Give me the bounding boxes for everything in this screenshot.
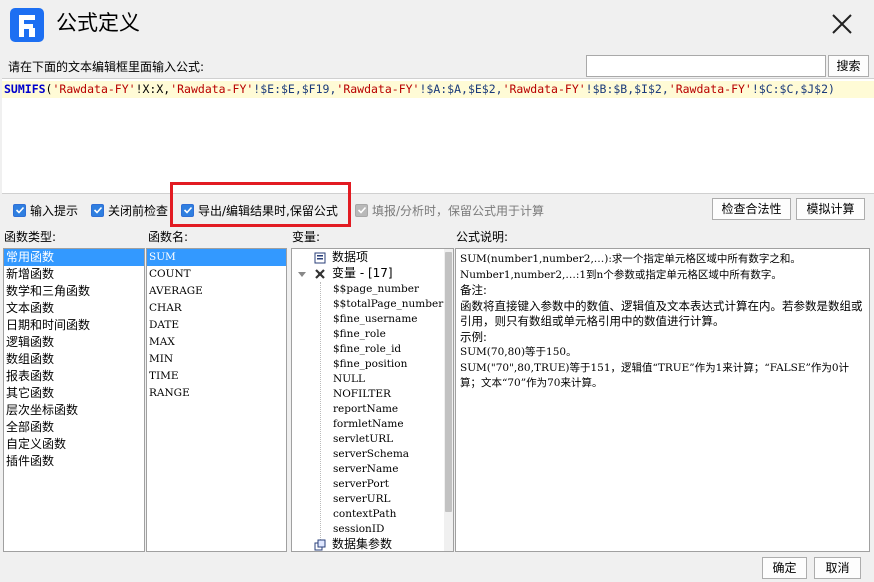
description-label: 公式说明: (456, 230, 509, 244)
dataset-params-icon (314, 539, 326, 551)
checkbox-checked-icon (355, 203, 368, 217)
function-name-item[interactable]: AVERAGE (147, 283, 286, 300)
checkbox-checked-icon (91, 203, 104, 217)
function-type-item[interactable]: 数学和三角函数 (4, 283, 144, 300)
tree-node-label: 数据项 (332, 250, 369, 264)
function-type-item[interactable]: 逻辑函数 (4, 334, 144, 351)
cancel-button[interactable]: 取消 (814, 557, 861, 579)
variable-item[interactable]: servletURL (333, 432, 393, 447)
function-name-item[interactable]: RANGE (147, 385, 286, 402)
variable-item[interactable]: serverURL (333, 492, 391, 507)
function-type-item[interactable]: 其它函数 (4, 385, 144, 402)
variable-item[interactable]: $fine_role (333, 327, 386, 342)
function-name-label: 函数名: (148, 230, 189, 244)
function-name-item[interactable]: COUNT (147, 266, 286, 283)
variable-label: 变量: (292, 230, 321, 244)
function-type-item[interactable]: 新增函数 (4, 266, 144, 283)
description-line: SUM("70",80,TRUE)等于151，逻辑值“TRUE”作为1来计算；“… (460, 361, 850, 390)
function-type-item[interactable]: 自定义函数 (4, 436, 144, 453)
variable-item[interactable]: sessionID (333, 522, 384, 537)
highlight-annotation (170, 182, 351, 227)
tree-node-label: 变量 - [17] (332, 266, 393, 280)
expand-arrow-icon[interactable] (298, 270, 306, 278)
search-button[interactable]: 搜索 (828, 55, 869, 77)
function-type-item[interactable]: 数组函数 (4, 351, 144, 368)
function-type-item[interactable]: 插件函数 (4, 453, 144, 470)
function-type-item[interactable]: 常用函数 (4, 249, 144, 266)
formula-token: 'Rawdata-FY' (668, 82, 752, 96)
description-line: Number1,number2,…:1到n个参数或指定单元格区域中所有数字。 (460, 268, 782, 281)
editor-prompt: 请在下面的文本编辑框里面输入公式: (8, 60, 205, 74)
checkbox-label: 填报/分析时，保留公式用于计算 (372, 203, 545, 218)
formula-token: 'Rawdata-FY' (170, 82, 254, 96)
formula-line[interactable]: SUMIFS('Rawdata-FY'!X:X,'Rawdata-FY'!$E:… (2, 81, 874, 98)
keep-formula-fill-checkbox: 填报/分析时，保留公式用于计算 (355, 201, 544, 219)
check-before-close-checkbox[interactable]: 关闭前检查 (91, 201, 168, 219)
description-line: 函数将直接键入参数中的数值、逻辑值及文本表达式计算在内。若参数是数组或引用，则只… (460, 298, 863, 329)
function-type-item[interactable]: 层次坐标函数 (4, 402, 144, 419)
variable-item[interactable]: NULL (333, 372, 365, 387)
dialog-title: 公式定义 (56, 11, 140, 35)
checkbox-label: 关闭前检查 (108, 203, 169, 218)
variable-item[interactable]: reportName (333, 402, 398, 417)
variable-scrollbar-thumb[interactable] (445, 252, 452, 512)
search-input[interactable] (586, 55, 826, 77)
variable-item[interactable]: serverSchema (333, 447, 409, 462)
variable-item[interactable]: $$totalPage_number (333, 297, 443, 312)
description-line: SUM(number1,number2,…):求一个指定单元格区域中所有数字之和… (460, 253, 801, 265)
function-name-item[interactable]: TIME (147, 368, 286, 385)
variable-item[interactable]: $fine_username (333, 312, 418, 327)
variable-item[interactable]: NOFILTER (333, 387, 391, 402)
function-type-item[interactable]: 报表函数 (4, 368, 144, 385)
variable-item[interactable]: $fine_position (333, 357, 407, 372)
function-type-label: 函数类型: (4, 230, 57, 244)
formula-description: SUM(number1,number2,…):求一个指定单元格区域中所有数字之和… (455, 248, 870, 552)
data-item-icon (314, 252, 326, 264)
app-logo-icon (10, 8, 44, 42)
checkbox-label: 输入提示 (30, 203, 79, 218)
variable-item[interactable]: serverPort (333, 477, 389, 492)
formula-token: !X:X, (135, 82, 171, 96)
description-line: 示例: (460, 329, 487, 344)
variable-tree[interactable]: 数据项变量 - [17] $$page_number $$totalPage_num… (291, 248, 454, 552)
formula-token: !$A:$A,$E$2, (419, 82, 503, 96)
close-icon[interactable] (830, 12, 854, 36)
formula-token: 'Rawdata-FY' (336, 82, 420, 96)
function-name-item[interactable]: MIN (147, 351, 286, 368)
ok-button[interactable]: 确定 (762, 557, 807, 579)
variable-item[interactable]: $fine_role_id (333, 342, 401, 357)
formula-function: SUMIFS (4, 82, 46, 96)
formula-token: !$E:$E,$F19, (253, 82, 337, 96)
function-type-item[interactable]: 日期和时间函数 (4, 317, 144, 334)
formula-token: !$B:$B,$I$2, (585, 82, 669, 96)
variable-item[interactable]: serverName (333, 462, 398, 477)
formula-token: 'Rawdata-FY' (502, 82, 586, 96)
description-line: 备注: (460, 283, 487, 297)
variable-item[interactable]: $$page_number (333, 282, 419, 297)
formula-editor[interactable]: SUMIFS('Rawdata-FY'!X:X,'Rawdata-FY'!$E:… (2, 78, 874, 194)
function-name-item[interactable]: MAX (147, 334, 286, 351)
variable-item[interactable]: contextPath (333, 507, 396, 522)
function-name-item[interactable]: CHAR (147, 300, 286, 317)
formula-token: 'Rawdata-FY' (52, 82, 136, 96)
function-name-item[interactable]: DATE (147, 317, 286, 334)
check-validity-button[interactable]: 检查合法性 (712, 198, 791, 220)
function-type-item[interactable]: 全部函数 (4, 419, 144, 436)
function-name-item[interactable]: SUM (147, 249, 286, 266)
tree-guide (320, 282, 321, 542)
function-type-list[interactable]: 常用函数 新增函数 数学和三角函数 文本函数 日期和时间函数 逻辑函数 数组函数 报表函数 其它… (3, 248, 145, 552)
simulate-button[interactable]: 模拟计算 (796, 198, 865, 220)
variable-item[interactable]: formletName (333, 417, 404, 432)
function-name-list[interactable]: SUM COUNT AVERAGE CHAR DATE MAX MIN TIME RANGE (146, 248, 287, 552)
variable-icon (315, 269, 325, 279)
tree-node-label: 数据集参数 (332, 537, 393, 551)
input-hint-checkbox[interactable]: 输入提示 (13, 201, 78, 219)
description-line: SUM(70,80)等于150。 (460, 346, 577, 358)
formula-token: !$C:$C,$J$2) (751, 82, 835, 96)
function-type-item[interactable]: 文本函数 (4, 300, 144, 317)
checkbox-checked-icon (13, 203, 26, 217)
